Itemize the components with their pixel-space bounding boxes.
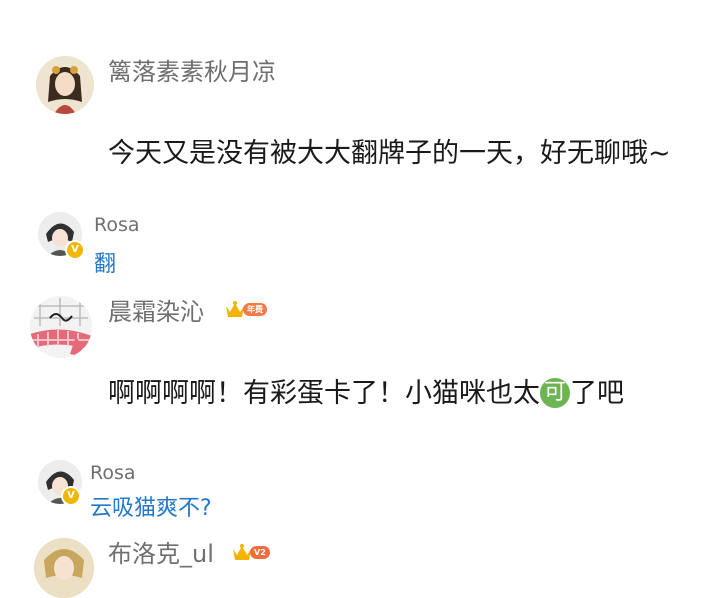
vip-badge-icon: V (61, 486, 81, 506)
comment-username[interactable]: 篱落素素秋月凉 (108, 56, 276, 88)
comment-body: 今天又是没有被大大翻牌子的一天，好无聊哦~ (108, 138, 671, 169)
avatar[interactable] (30, 296, 92, 358)
avatar[interactable] (34, 538, 94, 598)
comment-username[interactable]: 布洛克_ul (108, 538, 214, 570)
reply-username[interactable]: Rosa (90, 460, 136, 486)
vip-level-label: V2 (250, 546, 270, 559)
vip-badge-icon: V (65, 240, 85, 260)
vip-level-badge: V2 (231, 542, 270, 568)
reply-avatar[interactable]: V (38, 212, 85, 260)
annual-vip-badge: 年费 (224, 299, 267, 325)
plaid-scarf-avatar-icon (30, 296, 92, 358)
reply-username[interactable]: Rosa (94, 212, 140, 238)
comment-body-text: 啊啊啊啊！有彩蛋卡了！小猫咪也太 (108, 378, 540, 409)
reply-avatar[interactable]: V (38, 460, 82, 506)
comment-body-text-end: 了吧 (570, 378, 624, 409)
anime-avatar-icon (34, 538, 94, 598)
anime-girl-avatar-icon (36, 56, 94, 114)
comment-body: 啊啊啊啊！有彩蛋卡了！小猫咪也太可了吧 (108, 370, 698, 417)
annual-badge-label: 年费 (243, 303, 267, 316)
reply-text: 翻 (94, 252, 117, 277)
reply-text: 云吸猫爽不? (90, 496, 212, 521)
emoji-ke-icon: 可 (540, 378, 570, 408)
avatar[interactable] (36, 56, 94, 114)
comment-username[interactable]: 晨霜染沁 (108, 296, 204, 328)
